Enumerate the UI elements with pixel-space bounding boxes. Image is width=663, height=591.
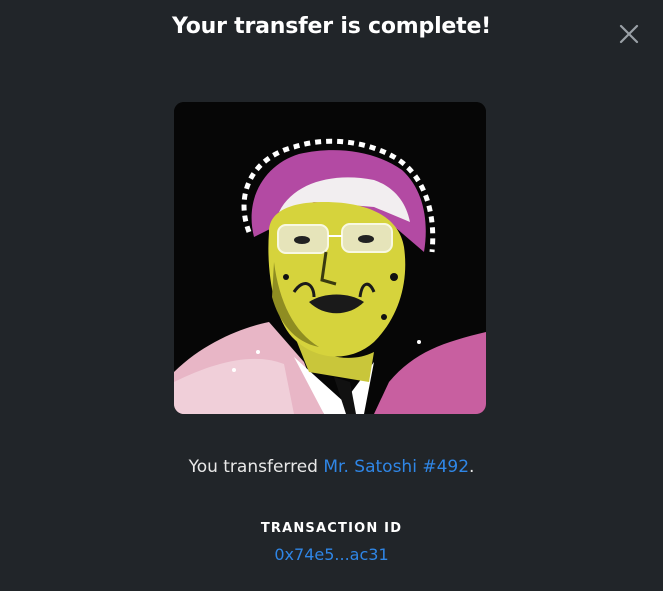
nft-portrait-illustration	[174, 102, 486, 414]
message-prefix: You transferred	[188, 457, 324, 477]
nft-link[interactable]: Mr. Satoshi #492	[323, 457, 469, 477]
nft-image	[174, 102, 486, 414]
close-button[interactable]	[617, 22, 641, 46]
transaction-id-link[interactable]: 0x74e5...ac31	[274, 545, 388, 564]
close-icon	[619, 24, 639, 44]
transfer-message: You transferred Mr. Satoshi #492.	[0, 457, 663, 477]
transaction-id: 0x74e5...ac31	[0, 545, 663, 564]
message-suffix: .	[469, 457, 475, 477]
modal-title: Your transfer is complete!	[171, 14, 492, 39]
transaction-id-label: TRANSACTION ID	[260, 521, 403, 536]
transfer-complete-modal: Your transfer is complete! You transferr…	[0, 0, 663, 591]
